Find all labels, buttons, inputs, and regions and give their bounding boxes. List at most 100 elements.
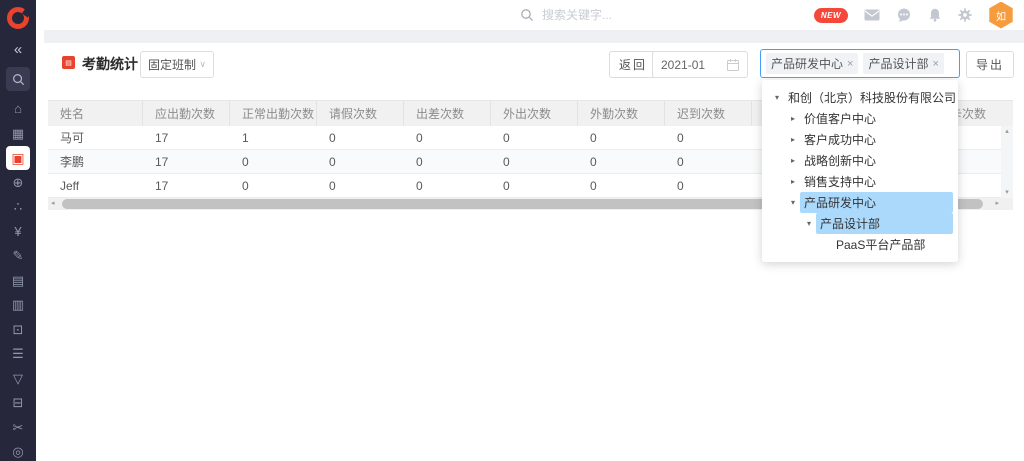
sidebar-item-home-icon[interactable]: ⌂ — [6, 97, 30, 121]
global-search — [520, 0, 732, 30]
column-header: 姓名 — [48, 101, 143, 126]
scroll-up-icon[interactable]: ▴ — [1005, 128, 1009, 135]
tree-node[interactable]: ▸销售支持中心 — [762, 171, 958, 192]
column-header: 外出次数 — [491, 101, 578, 126]
sidebar-item-filter-icon[interactable]: ▽ — [6, 366, 30, 390]
tree-node-label: PaaS平台产品部 — [832, 234, 929, 255]
column-header: 出差次数 — [404, 101, 491, 126]
sidebar-item-finance-icon[interactable]: ¥ — [6, 219, 30, 243]
cell-value: 0 — [665, 131, 752, 145]
sidebar-item-compass-icon[interactable]: ⊕ — [6, 170, 30, 194]
caret-down-icon[interactable]: ▾ — [786, 198, 800, 207]
cell-value: 0 — [230, 155, 317, 169]
cell-value: 0 — [491, 179, 578, 193]
mail-icon[interactable] — [864, 9, 880, 21]
gear-icon[interactable] — [958, 8, 972, 22]
scroll-left-icon[interactable]: ◂ — [51, 200, 55, 207]
shift-type-select[interactable]: 固定班制 ∨ — [140, 51, 214, 78]
cell-value: 0 — [317, 179, 404, 193]
tree-node[interactable]: PaaS平台产品部 — [762, 234, 958, 255]
tree-node-label: 销售支持中心 — [800, 171, 880, 192]
cell-value: 0 — [230, 179, 317, 193]
search-input[interactable] — [542, 8, 732, 22]
sidebar-collapse-icon[interactable]: « — [14, 42, 22, 57]
user-avatar[interactable]: 如 — [988, 2, 1014, 29]
tree-node[interactable]: ▸价值客户中心 — [762, 108, 958, 129]
column-header: 请假次数 — [317, 101, 404, 126]
app-logo-icon[interactable] — [7, 7, 29, 29]
cell-value: 17 — [143, 131, 230, 145]
sidebar-item-calendar-icon[interactable]: ▦ — [6, 121, 30, 145]
sidebar-item-share-icon[interactable]: ∴ — [6, 195, 30, 219]
scroll-right-icon[interactable]: ▸ — [995, 200, 999, 207]
sidebar-item-building-icon[interactable]: ▥ — [6, 293, 30, 317]
column-header: 迟到次数 — [665, 101, 752, 126]
topbar: NEW 如 — [36, 0, 1024, 30]
topbar-icons: NEW 如 — [814, 0, 1014, 30]
bell-icon[interactable] — [928, 8, 942, 22]
department-tag: 产品设计部 × — [863, 53, 943, 74]
department-tag-label: 产品设计部 — [868, 55, 928, 72]
sidebar-item-clipboard-icon[interactable]: ▤ — [6, 268, 30, 292]
sidebar-item-contacts-icon[interactable]: ⊡ — [6, 317, 30, 341]
tree-node[interactable]: ▾产品研发中心 — [762, 192, 958, 213]
tag-remove-icon[interactable]: × — [847, 58, 853, 70]
sidebar: « ⌂▦▣⊕∴¥✎▤▥⊡☰▽⊟✂◎☷ — [0, 0, 36, 461]
page-title: 考勤统计 — [82, 54, 138, 74]
cell-value: 0 — [404, 179, 491, 193]
month-picker[interactable]: 2021-01 — [652, 51, 748, 78]
department-tree-dropdown: ▾和创（北京）科技股份有限公司▸价值客户中心▸客户成功中心▸战略创新中心▸销售支… — [762, 80, 958, 262]
cell-name: 马可 — [48, 129, 143, 146]
content-top-strip — [44, 30, 1024, 43]
chat-icon[interactable] — [896, 8, 912, 22]
search-icon — [520, 8, 534, 22]
tree-node[interactable]: ▾产品设计部 — [762, 213, 958, 234]
tree-node-label: 战略创新中心 — [800, 150, 880, 171]
column-header: 正常出勤次数 — [230, 101, 317, 126]
export-button[interactable]: 导出 — [966, 51, 1014, 78]
sidebar-item-tools-icon[interactable]: ✂ — [6, 415, 30, 439]
tree-node-label: 客户成功中心 — [800, 129, 880, 150]
cell-name: 李鹏 — [48, 153, 143, 170]
caret-right-icon[interactable]: ▸ — [786, 114, 800, 123]
cell-value: 0 — [317, 131, 404, 145]
chevron-down-icon: ∨ — [199, 59, 206, 70]
caret-down-icon[interactable]: ▾ — [770, 93, 784, 102]
department-multiselect[interactable]: 产品研发中心 × 产品设计部 × — [760, 49, 960, 78]
cell-value: 17 — [143, 155, 230, 169]
caret-right-icon[interactable]: ▸ — [786, 135, 800, 144]
cell-value: 1 — [230, 131, 317, 145]
sidebar-item-target-icon[interactable]: ◎ — [6, 440, 30, 461]
scroll-down-icon[interactable]: ▾ — [1005, 189, 1009, 196]
shift-type-value: 固定班制 — [148, 56, 196, 73]
sidebar-item-document-icon[interactable]: ✎ — [6, 244, 30, 268]
sidebar-item-schedule-icon[interactable]: ☰ — [6, 342, 30, 366]
calendar-icon — [727, 59, 739, 71]
tree-node-label: 价值客户中心 — [800, 108, 880, 129]
cell-value: 0 — [317, 155, 404, 169]
sidebar-item-archive-icon[interactable]: ⊟ — [6, 391, 30, 415]
caret-right-icon[interactable]: ▸ — [786, 156, 800, 165]
cell-value: 0 — [491, 155, 578, 169]
tree-node[interactable]: ▾和创（北京）科技股份有限公司 — [762, 87, 958, 108]
caret-down-icon[interactable]: ▾ — [802, 219, 816, 228]
column-header: 外勤次数 — [578, 101, 665, 126]
tree-node[interactable]: ▸客户成功中心 — [762, 129, 958, 150]
cell-value: 0 — [665, 179, 752, 193]
tag-remove-icon[interactable]: × — [932, 58, 938, 70]
cell-value: 17 — [143, 179, 230, 193]
vertical-scrollbar[interactable]: ▴ ▾ — [1001, 126, 1013, 198]
column-header: 应出勤次数 — [143, 101, 230, 126]
sidebar-item-attendance-icon[interactable]: ▣ — [6, 146, 30, 170]
tree-node-label: 和创（北京）科技股份有限公司 — [784, 87, 958, 108]
month-picker-value: 2021-01 — [661, 58, 705, 72]
caret-right-icon[interactable]: ▸ — [786, 177, 800, 186]
tree-node[interactable]: ▸战略创新中心 — [762, 150, 958, 171]
back-button[interactable]: 返回 — [609, 51, 657, 78]
cell-value: 0 — [665, 155, 752, 169]
cell-value: 0 — [404, 155, 491, 169]
department-tag-label: 产品研发中心 — [771, 55, 843, 72]
sidebar-search-button[interactable] — [6, 67, 30, 91]
department-tag: 产品研发中心 × — [766, 53, 858, 74]
cell-value: 0 — [578, 131, 665, 145]
